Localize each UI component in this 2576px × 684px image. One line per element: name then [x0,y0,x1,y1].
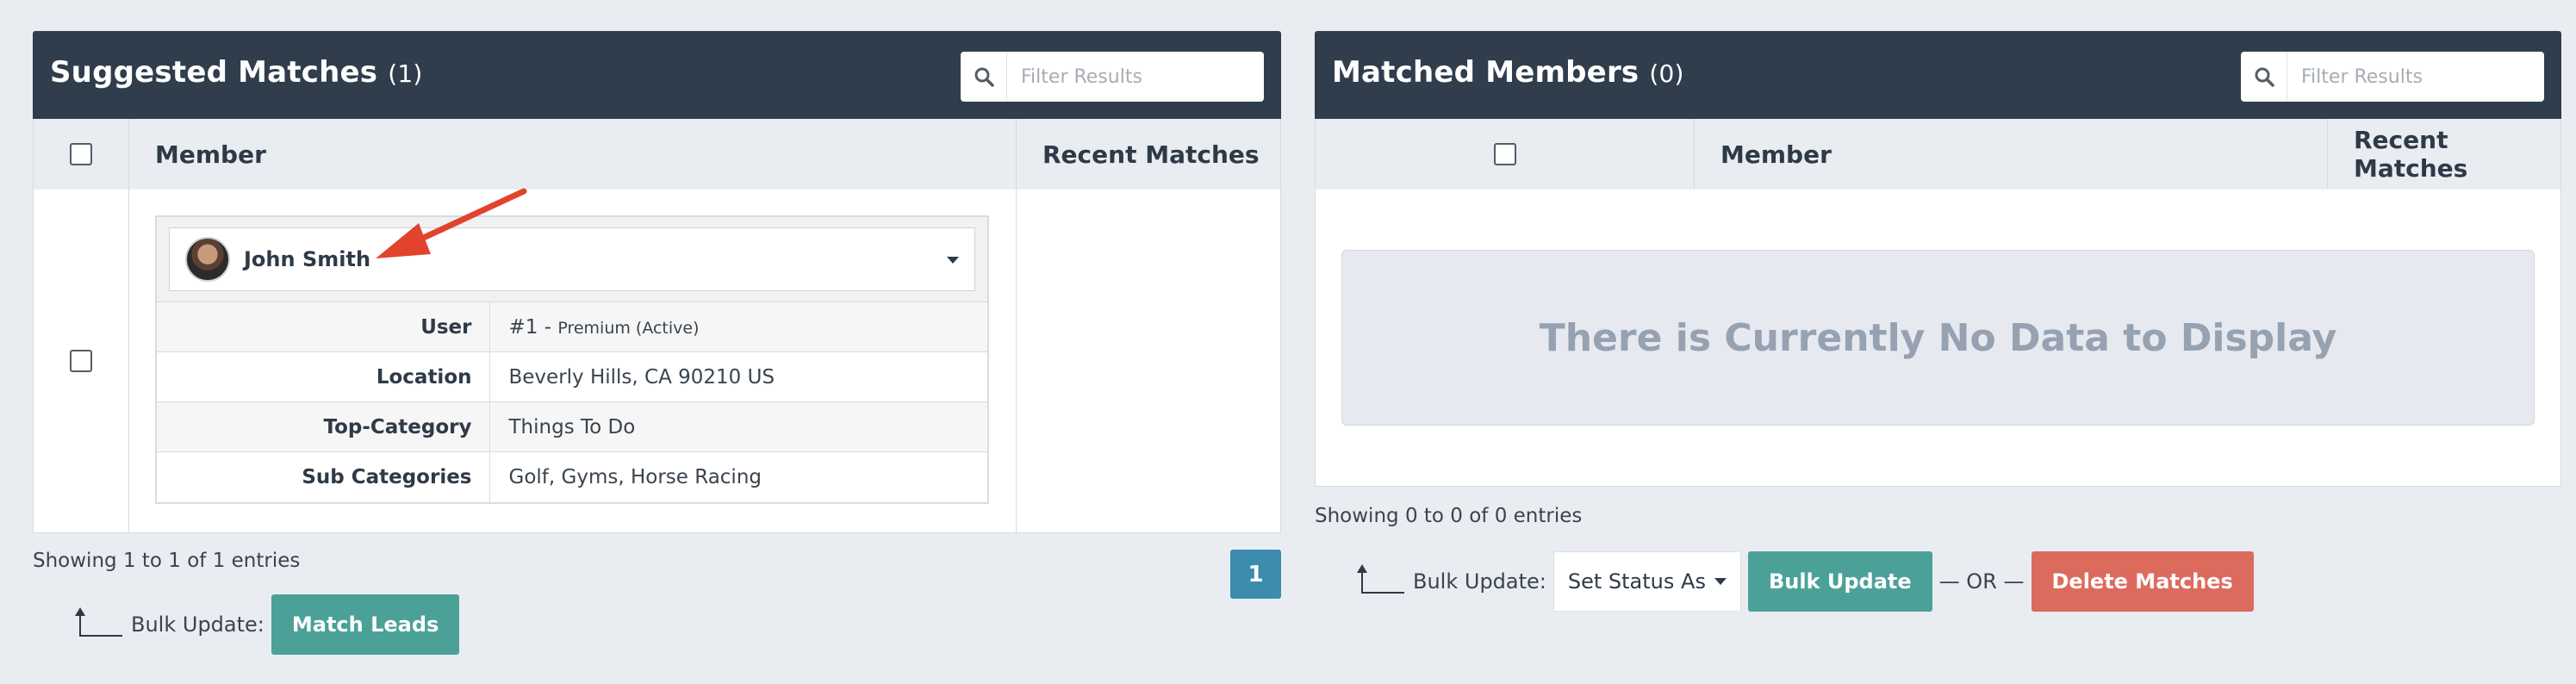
bulk-update-label: Bulk Update: [131,612,264,637]
empty-state-area: There is Currently No Data to Display [1316,190,2560,486]
select-all-checkbox[interactable] [1493,143,1516,165]
detail-label: Top-Category [157,401,490,452]
detail-label: User [157,302,490,352]
column-header-recent-matches[interactable]: Recent Matches [1017,119,1280,190]
detail-value: Beverly Hills, CA 90210 US [489,351,987,402]
detail-value: Golf, Gyms, Horse Racing [489,451,987,502]
member-cell: John Smith User #1 - Premium (Active) Lo… [129,190,1017,532]
delete-matches-button[interactable]: Delete Matches [2031,551,2254,612]
search-icon [2241,52,2287,102]
detail-value: Things To Do [489,401,987,452]
member-name: John Smith [244,247,371,271]
select-all-checkbox[interactable] [70,143,92,165]
member-dropdown[interactable]: John Smith [169,227,975,291]
detail-label: Sub Categories [157,451,490,502]
panel-title: Suggested Matches (1) [50,55,423,90]
panel-title-count: (1) [388,59,423,88]
table-row: John Smith User #1 - Premium (Active) Lo… [34,190,1280,532]
detail-row-top-category: Top-Category Things To Do [157,401,987,452]
pagination-page-1[interactable]: 1 [1230,550,1281,599]
column-header-member[interactable]: Member [129,119,1017,190]
table-header: Member Recent Matches [33,119,1281,190]
suggested-matches-panel: Suggested Matches (1) Member Recent Matc… [33,31,1281,533]
corner-arrow-icon [69,607,128,642]
panel-title-text: Matched Members [1332,55,1640,90]
set-status-dropdown[interactable]: Set Status As [1552,551,1741,612]
matched-members-panel: Matched Members (0) Member Recent Matche… [1315,31,2561,487]
table-header: Member Recent Matches [1315,119,2561,190]
suggested-matches-header: Suggested Matches (1) [33,31,1281,119]
matched-members-header: Matched Members (0) [1315,31,2561,119]
bulk-update-row: Bulk Update: Match Leads [69,594,460,655]
detail-row-location: Location Beverly Hills, CA 90210 US [157,351,987,402]
detail-value: #1 - Premium (Active) [489,302,987,352]
filter-results-box[interactable] [961,52,1264,102]
table-body: John Smith User #1 - Premium (Active) Lo… [33,190,1281,533]
member-card: John Smith User #1 - Premium (Active) Lo… [155,215,989,504]
row-select-checkbox[interactable] [70,350,92,372]
panel-title-text: Suggested Matches [50,55,378,90]
detail-label: Location [157,351,490,402]
member-details: User #1 - Premium (Active) Location Beve… [157,302,987,502]
detail-row-sub-categories: Sub Categories Golf, Gyms, Horse Racing [157,451,987,502]
select-all-cell [1316,119,1695,190]
recent-matches-cell [1017,190,1280,532]
user-status: Premium (Active) [557,318,700,338]
filter-results-input[interactable] [2287,65,2529,88]
entries-info: Showing 1 to 1 of 1 entries [33,550,301,572]
column-header-member[interactable]: Member [1695,119,2328,190]
entries-info: Showing 0 to 0 of 0 entries [1315,505,1583,527]
chevron-down-icon [947,257,959,264]
detail-row-user: User #1 - Premium (Active) [157,302,987,352]
bulk-update-label: Bulk Update: [1413,569,1546,594]
filter-results-input[interactable] [1007,65,1248,88]
set-status-label: Set Status As [1567,569,1706,594]
column-header-recent-matches[interactable]: Recent Matches [2328,119,2560,190]
chevron-down-icon [1714,578,1727,585]
bulk-update-button[interactable]: Bulk Update [1747,551,1932,612]
panel-title-count: (0) [1649,59,1684,88]
select-all-cell [34,119,129,190]
search-icon [961,52,1007,102]
match-leads-button[interactable]: Match Leads [271,594,460,655]
avatar [185,237,230,282]
or-separator: — OR — [1938,569,2025,594]
filter-results-box[interactable] [2241,52,2544,102]
user-id: #1 - [508,315,558,339]
bulk-update-row: Bulk Update: Set Status As Bulk Update —… [1351,551,2254,612]
panel-title: Matched Members (0) [1332,55,1684,90]
row-select-cell [34,190,129,532]
empty-state-message: There is Currently No Data to Display [1341,250,2535,426]
corner-arrow-icon [1351,564,1409,599]
table-body: There is Currently No Data to Display [1315,190,2561,487]
